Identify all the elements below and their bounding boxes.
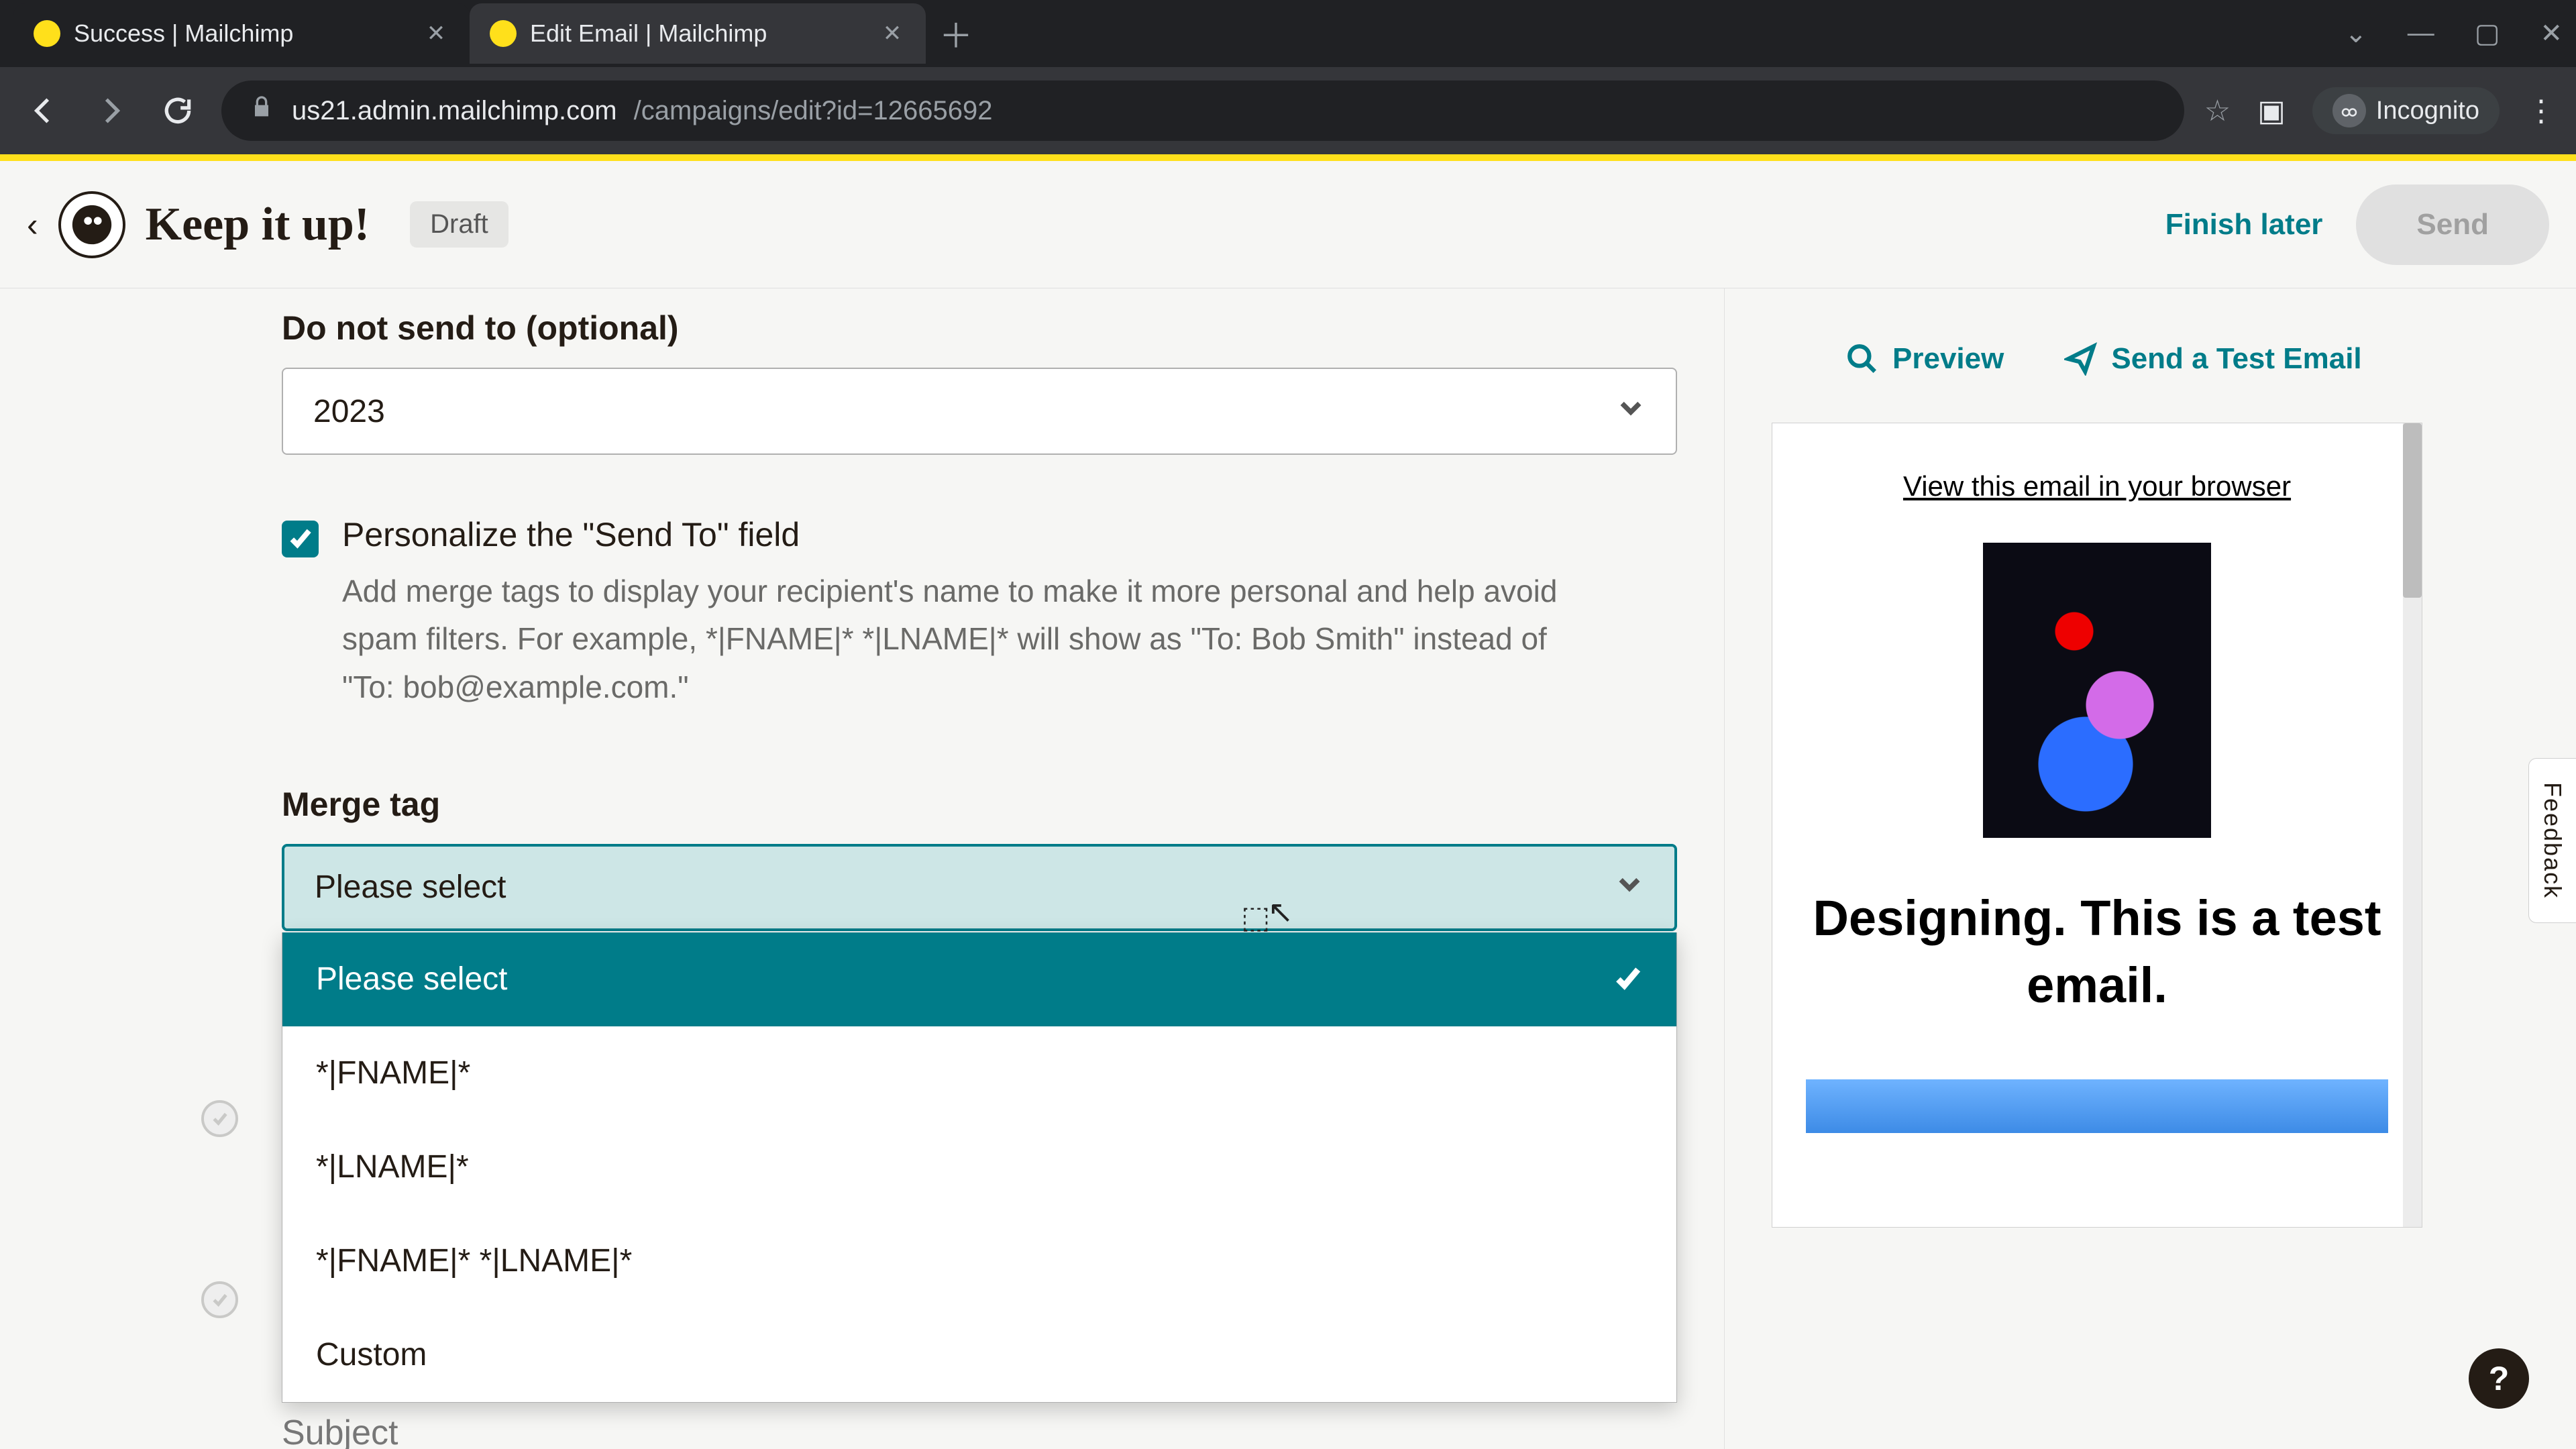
tab-search-icon[interactable]: ⌄ bbox=[2345, 18, 2367, 49]
reload-button[interactable] bbox=[154, 87, 201, 134]
search-icon bbox=[1845, 342, 1879, 376]
view-in-browser-link[interactable]: View this email in your browser bbox=[1903, 470, 2291, 502]
section-status-icon bbox=[201, 1100, 238, 1137]
close-icon[interactable]: ✕ bbox=[2540, 18, 2563, 49]
mailchimp-logo bbox=[58, 191, 125, 258]
browser-chrome: Success | Mailchimp ✕ Edit Email | Mailc… bbox=[0, 0, 2576, 154]
dropdown-option-label: *|FNAME|* *|LNAME|* bbox=[316, 1242, 632, 1279]
tab-strip: Success | Mailchimp ✕ Edit Email | Mailc… bbox=[0, 0, 2576, 67]
feedback-tab[interactable]: Feedback bbox=[2528, 758, 2576, 923]
incognito-label: Incognito bbox=[2376, 97, 2479, 125]
send-test-email-button[interactable]: Send a Test Email bbox=[2064, 342, 2361, 376]
nav-bar: us21.admin.mailchimp.com/campaigns/edit?… bbox=[0, 67, 2576, 154]
dropdown-option-label: *|FNAME|* bbox=[316, 1055, 470, 1091]
browser-tab[interactable]: Edit Email | Mailchimp ✕ bbox=[470, 3, 926, 64]
help-button[interactable]: ? bbox=[2469, 1348, 2529, 1409]
email-preview-pane: View this email in your browser Designin… bbox=[1772, 423, 2422, 1228]
send-icon bbox=[2064, 342, 2098, 376]
preview-label: Preview bbox=[1892, 342, 2004, 376]
mailchimp-favicon bbox=[34, 20, 60, 47]
new-tab-button[interactable]: ＋ bbox=[932, 10, 979, 57]
bookmark-icon[interactable]: ☆ bbox=[2204, 94, 2231, 128]
menu-icon[interactable]: ⋮ bbox=[2526, 94, 2556, 128]
send-button[interactable]: Send bbox=[2356, 184, 2549, 265]
close-icon[interactable]: ✕ bbox=[879, 20, 906, 47]
dropdown-option[interactable]: Custom bbox=[282, 1308, 1676, 1402]
section-status-icon bbox=[201, 1281, 238, 1318]
chevron-down-icon bbox=[1615, 869, 1644, 906]
status-badge: Draft bbox=[410, 201, 508, 248]
main-form-column: Do not send to (optional) 2023 Personali… bbox=[0, 288, 1724, 1449]
email-heading: Designing. This is a test email. bbox=[1806, 885, 2388, 1019]
address-bar[interactable]: us21.admin.mailchimp.com/campaigns/edit?… bbox=[221, 80, 2184, 141]
maximize-icon[interactable]: ▢ bbox=[2475, 18, 2500, 49]
back-chevron-icon[interactable]: ‹ bbox=[27, 205, 38, 244]
do-not-send-select[interactable]: 2023 bbox=[282, 368, 1677, 455]
incognito-icon bbox=[2332, 94, 2366, 127]
preview-scrollbar-thumb[interactable] bbox=[2403, 423, 2422, 598]
merge-tag-select[interactable]: Please select bbox=[282, 844, 1677, 931]
extensions-icon[interactable]: ▣ bbox=[2257, 94, 2286, 128]
finish-later-link[interactable]: Finish later bbox=[2165, 208, 2323, 241]
merge-tag-value: Please select bbox=[315, 869, 506, 906]
chevron-down-icon bbox=[1616, 392, 1646, 430]
tab-title: Edit Email | Mailchimp bbox=[530, 19, 865, 48]
back-button[interactable] bbox=[20, 87, 67, 134]
email-banner-image bbox=[1806, 1079, 2388, 1133]
forward-button[interactable] bbox=[87, 87, 134, 134]
url-host: us21.admin.mailchimp.com bbox=[292, 96, 617, 126]
do-not-send-value: 2023 bbox=[313, 393, 385, 430]
window-controls: ⌄ — ▢ ✕ bbox=[2345, 18, 2563, 49]
personalize-label: Personalize the "Send To" field bbox=[342, 515, 1597, 554]
dropdown-option[interactable]: *|LNAME|* bbox=[282, 1120, 1676, 1214]
merge-tag-dropdown: Please select *|FNAME|* *|LNAME|* *|FNAM… bbox=[282, 932, 1677, 1403]
email-hero-image bbox=[1983, 543, 2211, 838]
dropdown-option-label: Please select bbox=[316, 961, 508, 998]
page-body: ‹ Keep it up! Draft Finish later Send Do… bbox=[0, 154, 2576, 1449]
close-icon[interactable]: ✕ bbox=[423, 20, 449, 47]
merge-tag-label: Merge tag bbox=[282, 785, 1677, 824]
preview-button[interactable]: Preview bbox=[1845, 342, 2004, 376]
browser-tab[interactable]: Success | Mailchimp ✕ bbox=[13, 3, 470, 64]
subject-section-label: Subject bbox=[282, 1413, 398, 1449]
mailchimp-favicon bbox=[490, 20, 517, 47]
lock-icon bbox=[248, 94, 275, 127]
dropdown-option-label: *|LNAME|* bbox=[316, 1148, 469, 1185]
tab-title: Success | Mailchimp bbox=[74, 19, 409, 48]
personalize-description: Add merge tags to display your recipient… bbox=[342, 568, 1597, 711]
send-test-email-label: Send a Test Email bbox=[2111, 342, 2361, 376]
minimize-icon[interactable]: — bbox=[2408, 18, 2434, 49]
app-header: ‹ Keep it up! Draft Finish later Send bbox=[0, 161, 2576, 288]
dropdown-option[interactable]: *|FNAME|* *|LNAME|* bbox=[282, 1214, 1676, 1308]
incognito-badge: Incognito bbox=[2312, 87, 2500, 134]
dropdown-option[interactable]: *|FNAME|* bbox=[282, 1026, 1676, 1120]
side-preview-column: Preview Send a Test Email View this emai… bbox=[1724, 288, 2576, 1449]
url-path: /campaigns/edit?id=12665692 bbox=[634, 96, 993, 126]
personalize-checkbox[interactable] bbox=[282, 521, 319, 557]
dropdown-option-selected[interactable]: Please select bbox=[282, 932, 1676, 1026]
campaign-title: Keep it up! bbox=[146, 198, 370, 252]
dropdown-option-label: Custom bbox=[316, 1336, 427, 1373]
do-not-send-label: Do not send to (optional) bbox=[282, 309, 1677, 347]
